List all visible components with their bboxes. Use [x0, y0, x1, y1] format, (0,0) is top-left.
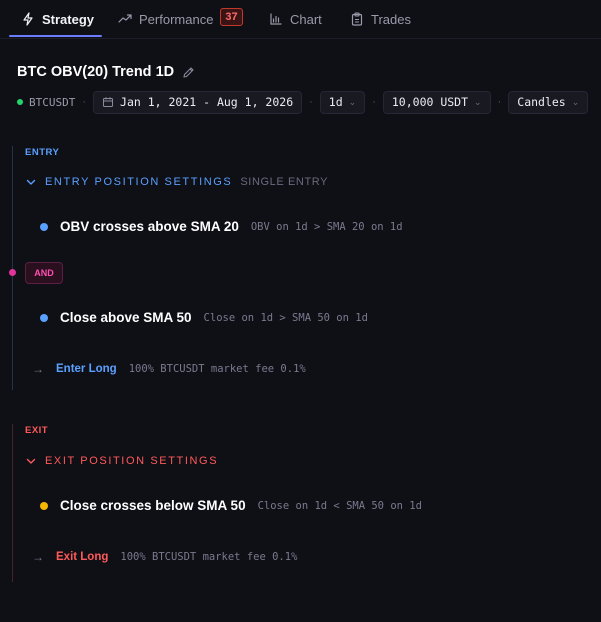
condition-title: Close crosses below SMA 50 — [60, 498, 246, 513]
strategy-header: BTC OBV(20) Trend 1D — [17, 64, 195, 80]
enter-long-label: Enter Long — [56, 363, 117, 375]
bolt-icon — [21, 12, 35, 26]
arrow-right-icon: → — [32, 362, 44, 376]
timeframe-select[interactable]: 1d ⌄ — [319, 90, 366, 114]
condition-description: OBV on 1d > SMA 20 on 1d — [250, 220, 403, 233]
chart-view-value: Candles — [517, 95, 566, 109]
exit-condition-1[interactable]: Close crosses below SMA 50 Close on 1d <… — [40, 498, 422, 513]
clipboard-icon — [350, 12, 364, 26]
exit-rail — [12, 424, 13, 582]
tab-label: Trades — [371, 11, 411, 27]
capital-select[interactable]: 10,000 USDT ⌄ — [382, 90, 491, 114]
chart-icon — [269, 12, 283, 26]
chevron-down-icon: ⌄ — [348, 96, 357, 107]
exit-settings-title: EXIT POSITION SETTINGS — [45, 455, 219, 467]
entry-section-label: ENTRY — [25, 147, 60, 158]
condition-description: Close on 1d > SMA 50 on 1d — [203, 311, 368, 324]
arrow-right-icon: → — [32, 550, 44, 564]
entry-action-description: 100% BTCUSDT market fee 0.1% — [128, 363, 306, 375]
entry-settings-title: ENTRY POSITION SETTINGS — [45, 176, 233, 188]
date-range-picker[interactable]: Jan 1, 2021 - Aug 1, 2026 — [93, 90, 303, 114]
symbol-indicator[interactable]: BTCUSDT — [17, 96, 75, 109]
tab-performance[interactable]: Performance 37 — [118, 0, 243, 38]
exit-settings-toggle[interactable]: EXIT POSITION SETTINGS — [25, 455, 218, 467]
condition-bullet — [40, 501, 48, 510]
separator: · — [372, 96, 376, 108]
entry-settings-toggle[interactable]: ENTRY POSITION SETTINGS SINGLE ENTRY — [25, 176, 328, 188]
exit-action[interactable]: → Exit Long 100% BTCUSDT market fee 0.1% — [32, 550, 297, 564]
backtest-controls: BTCUSDT · Jan 1, 2021 - Aug 1, 2026 · 1d… — [17, 90, 589, 114]
tab-label: Strategy — [42, 11, 95, 27]
trend-icon — [118, 12, 132, 26]
chevron-down-icon — [25, 455, 37, 467]
tab-chart[interactable]: Chart — [269, 0, 322, 38]
chevron-down-icon — [25, 176, 37, 188]
calendar-icon — [102, 96, 114, 108]
and-connector-dot — [9, 269, 16, 276]
tab-label: Performance — [139, 11, 214, 27]
tab-strategy[interactable]: Strategy — [21, 0, 94, 38]
status-dot — [17, 99, 23, 105]
and-operator-toggle[interactable]: AND — [25, 262, 63, 284]
entry-action[interactable]: → Enter Long 100% BTCUSDT market fee 0.1… — [32, 362, 306, 376]
condition-bullet — [40, 222, 48, 231]
exit-section-label: EXIT — [25, 425, 49, 436]
tab-bar: Strategy Performance 37 Chart Trades — [0, 0, 601, 39]
separator: · — [82, 96, 87, 108]
chevron-down-icon: ⌄ — [571, 96, 580, 107]
separator: · — [497, 96, 502, 108]
tab-trades[interactable]: Trades — [350, 0, 411, 38]
date-range-value: Jan 1, 2021 - Aug 1, 2026 — [120, 95, 294, 109]
condition-title: Close above SMA 50 — [60, 310, 192, 325]
capital-value: 10,000 USDT — [391, 95, 469, 109]
entry-condition-2[interactable]: Close above SMA 50 Close on 1d > SMA 50 … — [40, 310, 368, 325]
trade-count-badge: 37 — [220, 8, 243, 26]
page-title: BTC OBV(20) Trend 1D — [17, 64, 175, 80]
active-tab-indicator — [9, 35, 102, 37]
symbol-label: BTCUSDT — [29, 95, 76, 109]
entry-mode-label: SINGLE ENTRY — [240, 176, 329, 188]
condition-description: Close on 1d < SMA 50 on 1d — [257, 499, 422, 512]
condition-bullet — [40, 313, 48, 322]
condition-title: OBV crosses above SMA 20 — [60, 219, 239, 234]
chevron-down-icon: ⌄ — [474, 96, 482, 107]
tab-label: Chart — [290, 11, 322, 27]
timeframe-value: 1d — [328, 95, 343, 109]
exit-long-label: Exit Long — [56, 551, 109, 563]
edit-pencil-icon[interactable] — [182, 66, 195, 79]
entry-rail — [12, 146, 13, 390]
separator: · — [309, 96, 313, 108]
exit-action-description: 100% BTCUSDT market fee 0.1% — [120, 551, 298, 563]
entry-condition-1[interactable]: OBV crosses above SMA 20 OBV on 1d > SMA… — [40, 219, 403, 234]
chart-view-select[interactable]: Candles ⌄ — [508, 90, 589, 114]
